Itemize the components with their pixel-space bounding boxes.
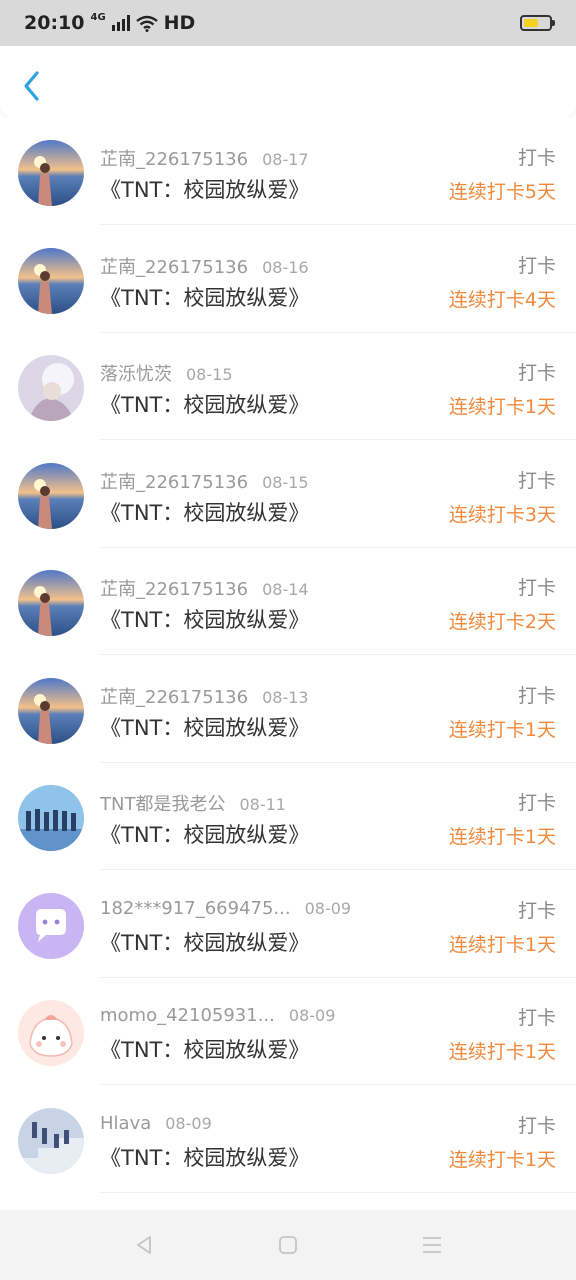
user-name[interactable]: 芷南_226175136 — [100, 579, 248, 600]
back-button[interactable] — [18, 68, 46, 104]
checkin-date: 08-09 — [165, 1113, 212, 1133]
streak-label: 连续打卡3天 — [448, 503, 556, 526]
streak-label: 连续打卡1天 — [448, 396, 556, 418]
book-title[interactable]: 《TNT：校园放纵爱》 — [100, 389, 309, 419]
streak-label: 连续打卡1天 — [448, 718, 556, 741]
checkin-tag: 打卡 — [517, 684, 556, 707]
header — [0, 46, 576, 120]
avatar[interactable] — [18, 1107, 84, 1174]
user-name[interactable]: 182***917_669475... — [100, 898, 291, 919]
book-title[interactable]: 《TNT：校园放纵爱》 — [100, 497, 309, 527]
checkin-date: 08-09 — [288, 1006, 336, 1025]
book-title[interactable]: 《TNT：校园放纵爱》 — [100, 712, 309, 742]
streak-label: 连续打卡1天 — [448, 933, 556, 956]
network-type: 4G — [90, 12, 106, 23]
checkin-date: 08-11 — [239, 795, 286, 814]
book-title[interactable]: 《TNT：校园放纵爱》 — [100, 174, 309, 204]
book-title[interactable]: 《TNT：校园放纵爱》 — [100, 282, 309, 312]
nav-home-icon[interactable] — [276, 1233, 300, 1257]
checkin-tag: 打卡 — [517, 792, 556, 814]
checkin-row[interactable]: 芷南_226175136 08-13 《TNT：校园放纵爱》 打卡连续打卡1天 — [0, 656, 576, 763]
avatar[interactable] — [18, 677, 84, 744]
nav-back-icon[interactable] — [132, 1233, 156, 1257]
checkin-row[interactable]: momo_42105931... 08-09 《TNT：校园放纵爱》 打卡连续打卡1天 — [0, 978, 576, 1085]
user-name[interactable]: momo_42105931... — [100, 1005, 275, 1026]
status-bar: 20:10 4G HD — [0, 0, 576, 46]
checkin-row[interactable]: TNT都是我老公 08-11 《TNT：校园放纵爱》 打卡连续打卡1天 — [0, 763, 576, 870]
nav-menu-icon[interactable] — [420, 1233, 444, 1257]
checkin-list: 芷南_226175136 08-17 《TNT：校园放纵爱》 打卡 连续打卡5天 芷南_2… — [0, 118, 576, 1208]
user-name[interactable]: Hlava — [100, 1113, 151, 1134]
checkin-tag: 打卡 — [517, 469, 556, 492]
checkin-tag: 打卡 — [517, 1114, 556, 1137]
checkin-tag: 打卡 — [517, 362, 556, 384]
streak-label: 连续打卡1天 — [448, 1148, 556, 1171]
divider — [100, 1191, 576, 1193]
checkin-date: 08-15 — [262, 472, 309, 492]
streak-label: 连续打卡1天 — [448, 826, 556, 848]
checkin-date: 08-15 — [186, 365, 233, 384]
avatar[interactable] — [18, 247, 84, 314]
hd-indicator: HD — [163, 12, 196, 34]
avatar[interactable] — [18, 355, 84, 421]
signal-icon — [111, 15, 130, 31]
streak-label: 连续打卡4天 — [448, 288, 556, 311]
book-title[interactable]: 《TNT：校园放纵爱》 — [100, 1034, 309, 1064]
user-name[interactable]: 落泺忧茨 — [100, 364, 172, 385]
book-title[interactable]: 《TNT：校园放纵爱》 — [100, 819, 309, 849]
checkin-row[interactable]: 芷南_226175136 08-17 《TNT：校园放纵爱》 打卡连续打卡5天 — [0, 118, 576, 225]
avatar[interactable] — [18, 140, 84, 206]
checkin-date: 08-14 — [262, 580, 309, 599]
checkin-tag: 打卡 — [517, 147, 556, 169]
book-title[interactable]: 《TNT：校园放纵爱》 — [100, 604, 309, 634]
avatar[interactable] — [18, 892, 84, 959]
user-name[interactable]: TNT都是我老公 — [100, 794, 225, 815]
chevron-left-icon — [24, 71, 39, 101]
checkin-row[interactable]: Hlava 08-09 《TNT：校园放纵爱》 打卡连续打卡1天 — [0, 1086, 576, 1193]
checkin-tag: 打卡 — [517, 254, 556, 277]
battery-icon — [520, 15, 555, 31]
avatar[interactable] — [18, 462, 84, 529]
streak-label: 连续打卡2天 — [448, 611, 556, 633]
checkin-row[interactable]: 芷南_226175136 08-14 《TNT：校园放纵爱》 打卡连续打卡2天 — [0, 548, 576, 655]
checkin-date: 08-17 — [262, 150, 309, 169]
wifi-icon — [135, 15, 158, 32]
checkin-row[interactable]: 落泺忧茨 08-15 《TNT：校园放纵爱》 打卡连续打卡1天 — [0, 333, 576, 440]
checkin-tag: 打卡 — [517, 1007, 556, 1029]
avatar[interactable] — [18, 570, 84, 636]
user-name[interactable]: 芷南_226175136 — [100, 687, 248, 708]
checkin-row[interactable]: 芷南_226175136 08-15 《TNT：校园放纵爱》 打卡连续打卡3天 — [0, 441, 576, 548]
clock: 20:10 — [24, 12, 85, 34]
checkin-tag: 打卡 — [517, 899, 556, 922]
book-title[interactable]: 《TNT：校园放纵爱》 — [100, 927, 309, 957]
streak-label: 连续打卡1天 — [448, 1041, 556, 1063]
checkin-date: 08-16 — [262, 257, 309, 277]
user-name[interactable]: 芷南_226175136 — [100, 257, 248, 278]
checkin-date: 08-09 — [304, 898, 352, 918]
book-title[interactable]: 《TNT：校园放纵爱》 — [100, 1142, 309, 1172]
user-name[interactable]: 芷南_226175136 — [100, 472, 248, 493]
avatar[interactable] — [18, 1000, 84, 1066]
user-name[interactable]: 芷南_226175136 — [100, 149, 248, 170]
system-nav-bar — [0, 1210, 576, 1280]
checkin-row[interactable]: 182***917_669475... 08-09 《TNT：校园放纵爱》 打卡连续打… — [0, 871, 576, 978]
streak-label: 连续打卡5天 — [448, 181, 556, 203]
avatar[interactable] — [18, 785, 84, 851]
checkin-tag: 打卡 — [517, 577, 556, 599]
checkin-row[interactable]: 芷南_226175136 08-16 《TNT：校园放纵爱》 打卡连续打卡4天 — [0, 226, 576, 333]
checkin-date: 08-13 — [262, 687, 309, 707]
